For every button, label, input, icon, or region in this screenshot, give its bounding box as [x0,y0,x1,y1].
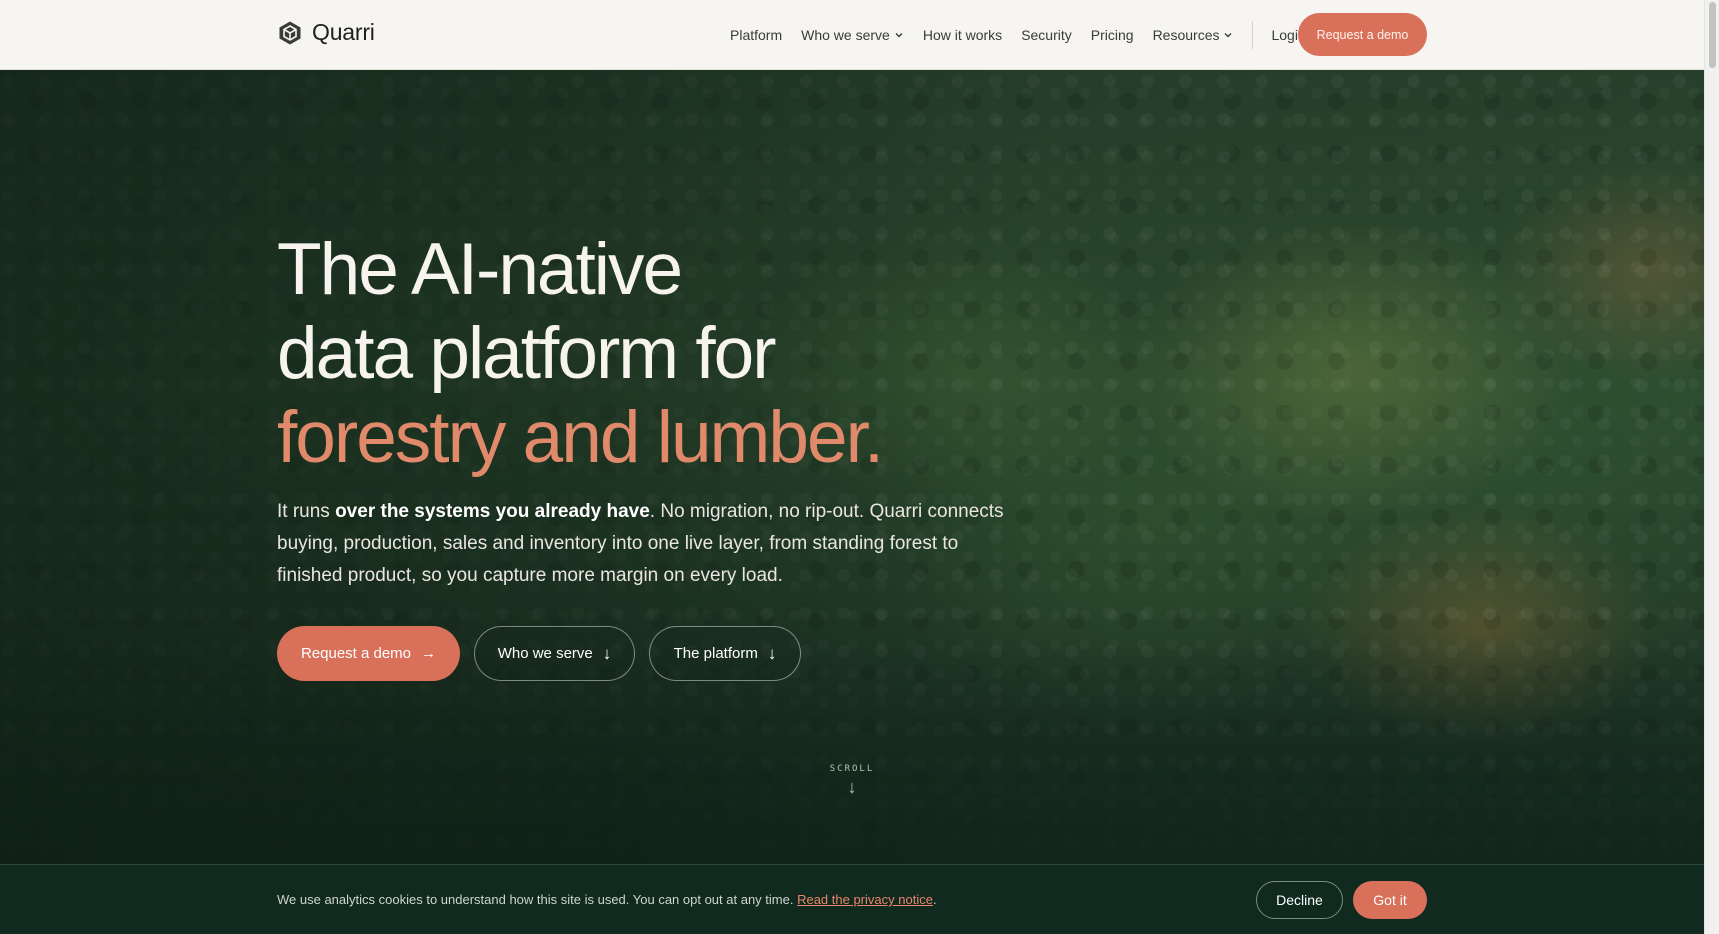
button-label: The platform [673,645,758,662]
hero-description: It runs over the systems you already hav… [277,496,1007,592]
hero-title-line: data platform for [277,313,777,394]
nav-item-label: Pricing [1090,27,1134,43]
nav-item-who-we-serve[interactable]: Who we serve [801,27,904,43]
nav-item-how-it-works[interactable]: How it works [923,27,1002,43]
scrollbar-thumb[interactable] [1709,2,1716,68]
decline-cookies-button[interactable]: Decline [1256,881,1343,919]
nav-item-label: Who we serve [801,27,890,43]
hero-request-demo-button[interactable]: Request a demo → [277,626,460,681]
hero-title-line: The AI-native [277,229,683,310]
arrow-down-icon: ↓ [602,643,612,663]
hero-title-accent: forestry and lumber. [277,397,884,478]
button-label: Who we serve [497,645,593,662]
nav-item-label: Resources [1152,27,1220,43]
nav-item-platform[interactable]: Platform [730,27,782,43]
arrow-down-icon: ↓ [847,777,857,797]
button-label: Request a demo [300,645,412,662]
cookie-text: We use analytics cookies to understand h… [277,892,798,907]
main-nav: Platform Who we serve How it works Secur… [730,0,1306,70]
cookie-message: We use analytics cookies to understand h… [277,892,937,907]
arrow-right-icon: → [421,645,437,662]
cookie-banner: We use analytics cookies to understand h… [0,864,1704,934]
the-platform-button[interactable]: The platform ↓ [649,626,801,681]
privacy-notice-link[interactable]: Read the privacy notice [797,892,933,907]
nav-item-label: Security [1021,27,1072,43]
hero-title: The AI-native data platform for forestry… [277,228,884,480]
scroll-label: SCROLL [829,764,875,774]
hero-desc-lead: It runs [277,501,336,522]
hexagon-cube-icon [279,21,301,44]
arrow-down-icon: ↓ [767,643,777,663]
who-we-serve-button[interactable]: Who we serve ↓ [474,626,635,681]
accept-cookies-button[interactable]: Got it [1353,881,1427,919]
scroll-indicator[interactable]: SCROLL ↓ [812,764,892,796]
chevron-down-icon [895,33,903,38]
nav-item-security[interactable]: Security [1021,27,1072,43]
header-request-demo-button[interactable]: Request a demo [1298,13,1427,56]
page-scrollbar[interactable] [1704,0,1719,934]
cookie-period: . [932,892,937,907]
nav-item-label: Platform [730,27,783,43]
logo[interactable]: Quarri [277,19,375,46]
brand-name: Quarri [312,19,375,45]
nav-item-pricing[interactable]: Pricing [1091,27,1134,43]
nav-item-label: How it works [922,27,1003,43]
hero-section: The AI-native data platform for forestry… [0,70,1704,864]
hero-desc-bold: over the systems you already have [335,501,650,522]
chevron-down-icon [1224,33,1232,38]
nav-divider [1252,21,1254,49]
nav-item-resources[interactable]: Resources [1153,27,1234,43]
site-header: Quarri Platform Who we serve How it work… [0,0,1704,70]
